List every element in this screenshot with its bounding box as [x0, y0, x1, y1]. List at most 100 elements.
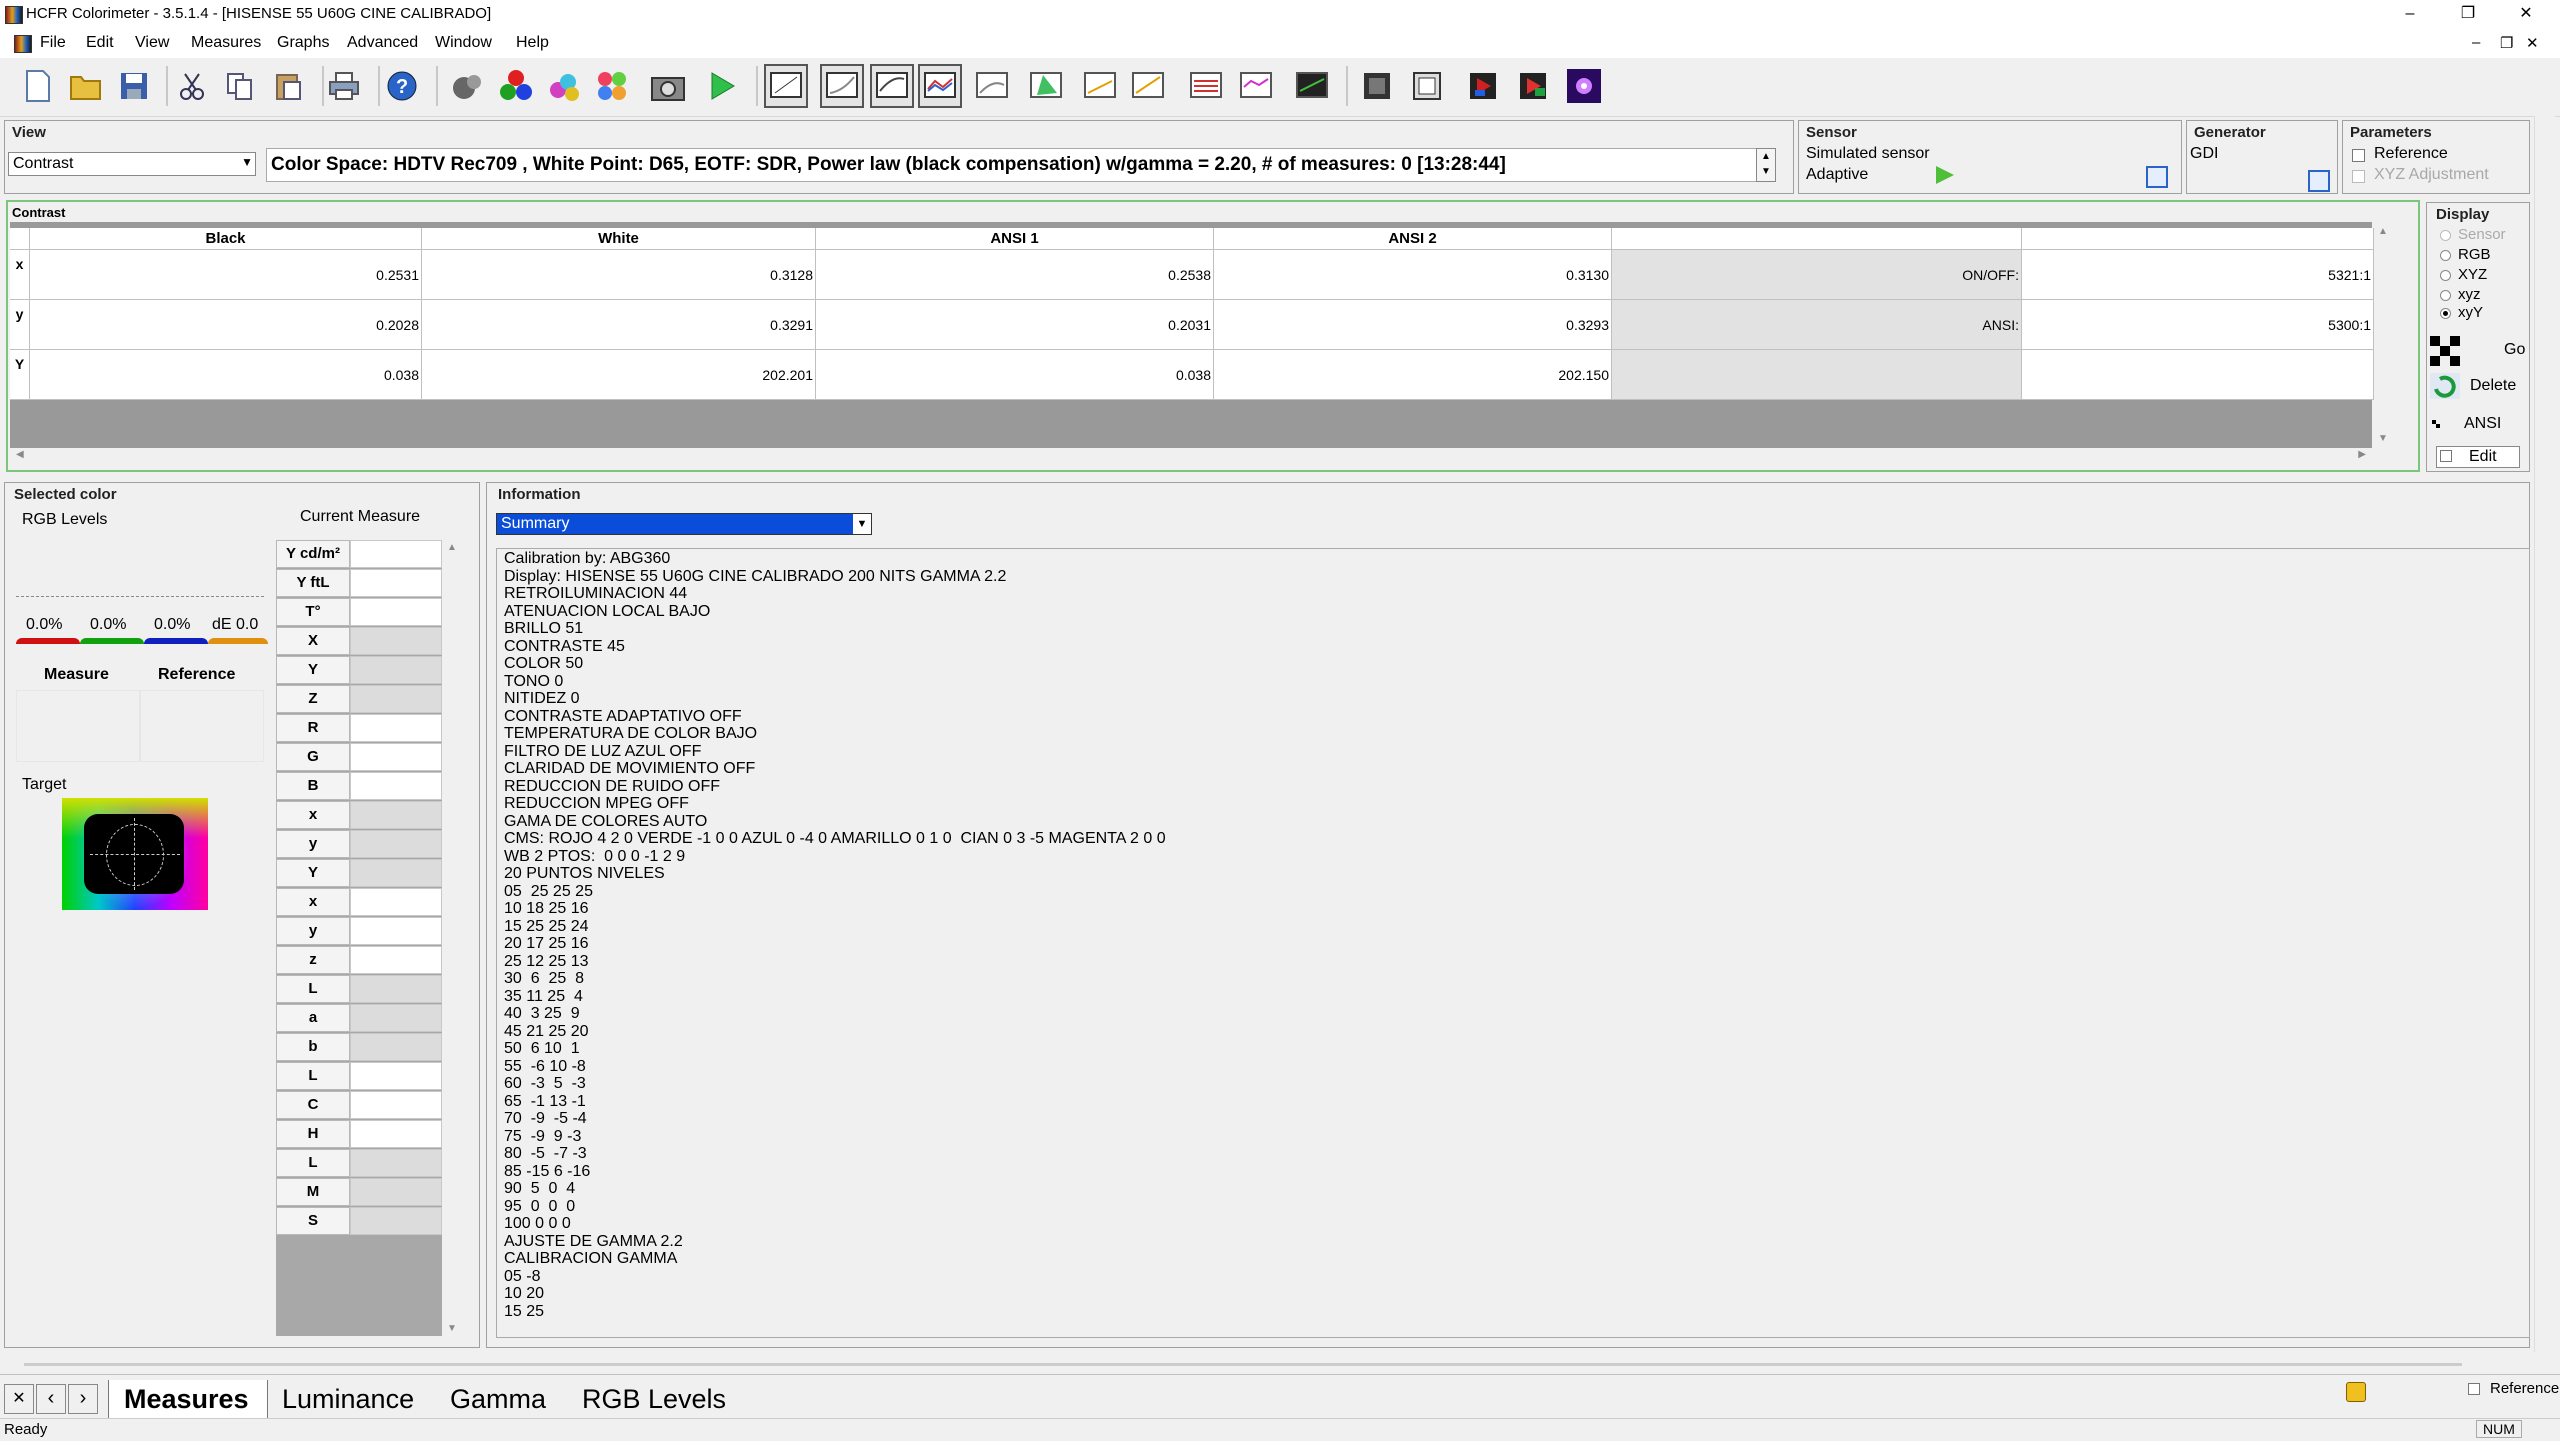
color-spheres-icon[interactable] [542, 64, 586, 108]
information-select[interactable]: Summary ▼ [496, 513, 872, 535]
radio-xyz-lower[interactable] [2440, 290, 2451, 301]
measure-list-scrollbar[interactable]: ▲ ▼ [444, 540, 460, 1336]
bottom-hscrollbar[interactable] [24, 1363, 2462, 1366]
sensor-icon[interactable] [446, 64, 490, 108]
go-button[interactable]: Go [2428, 334, 2534, 366]
tab-luminance[interactable]: Luminance [282, 1380, 414, 1418]
play-icon[interactable] [700, 64, 744, 108]
scroll-up-icon[interactable]: ▲ [447, 542, 457, 553]
color-temp-view-icon[interactable] [970, 64, 1014, 108]
saturation-luminance-icon[interactable] [1126, 64, 1170, 108]
main-vscrollbar[interactable] [2534, 116, 2555, 1352]
scroll-down-icon[interactable]: ▼ [447, 1323, 457, 1334]
cell-ansi2-Y[interactable]: 202.150 [1214, 350, 1612, 400]
rgb-histogram-icon[interactable] [1234, 64, 1278, 108]
measure-value-cell [350, 540, 442, 568]
menu-file[interactable]: File [40, 34, 66, 52]
sensor-play-icon[interactable] [1936, 166, 1954, 184]
scroll-left-icon[interactable]: ◀ [16, 449, 24, 460]
color-bars-view-icon[interactable] [1184, 64, 1228, 108]
edit-button[interactable]: Edit [2436, 446, 2520, 468]
bottom-reference-label: Reference [2490, 1380, 2560, 1397]
rgb-balls-icon[interactable] [494, 64, 538, 108]
tab-next-button[interactable]: › [68, 1384, 98, 1414]
radio-xyz-upper[interactable] [2440, 270, 2451, 281]
film-outline-icon[interactable] [1406, 64, 1450, 108]
cell-ansi2-y[interactable]: 0.3293 [1214, 300, 1612, 350]
measure-value-cell [350, 569, 442, 597]
cell-ansi1-x[interactable]: 0.2538 [816, 250, 1214, 300]
menu-help[interactable]: Help [516, 34, 549, 52]
radio-rgb[interactable] [2440, 250, 2451, 261]
cell-white-Y[interactable]: 202.201 [422, 350, 816, 400]
luminance-view-icon[interactable] [820, 64, 864, 108]
info-line: CMS: ROJO 4 2 0 VERDE -1 0 0 AZUL 0 -4 0… [504, 830, 1166, 847]
paste-icon[interactable] [266, 64, 310, 108]
table-hscrollbar[interactable]: ◀ ▶ [10, 448, 2372, 464]
new-document-icon[interactable] [16, 64, 60, 108]
multi-color-icon[interactable] [590, 64, 634, 108]
view-select[interactable]: Contrast ▼ [8, 152, 256, 176]
radio-sensor[interactable] [2440, 230, 2451, 241]
cell-black-y[interactable]: 0.2028 [30, 300, 422, 350]
cell-black-Y[interactable]: 0.038 [30, 350, 422, 400]
cut-icon[interactable] [170, 64, 214, 108]
tab-close-button[interactable]: ✕ [4, 1384, 34, 1414]
saturation-view-icon[interactable] [1078, 64, 1122, 108]
radio-xyy[interactable] [2440, 308, 2451, 319]
tab-measures[interactable]: Measures [124, 1380, 249, 1418]
starburst-icon[interactable] [1562, 64, 1606, 108]
menu-advanced[interactable]: Advanced [347, 34, 418, 52]
scroll-right-icon[interactable]: ▶ [2358, 449, 2366, 460]
tab-rgb-levels[interactable]: RGB Levels [582, 1380, 726, 1418]
save-icon[interactable] [112, 64, 156, 108]
gamma-view-icon[interactable] [870, 64, 914, 108]
contrast-view-icon[interactable] [764, 64, 808, 108]
table-vscrollbar[interactable]: ▲ ▼ [2374, 222, 2394, 448]
menu-edit[interactable]: Edit [86, 34, 114, 52]
mdi-close-button[interactable]: ✕ [2526, 34, 2539, 52]
tray-icon[interactable] [2346, 1382, 2366, 1402]
cell-ansi1-Y[interactable]: 0.038 [816, 350, 1214, 400]
edit-checkbox[interactable] [2440, 450, 2452, 462]
reference-checkbox[interactable] [2352, 149, 2365, 162]
spin-control[interactable]: ▲ ▼ [1756, 148, 1776, 182]
cell-black-x[interactable]: 0.2531 [30, 250, 422, 300]
restore-button[interactable]: ❐ [2440, 0, 2496, 28]
info-line: 55 -6 10 -8 [504, 1057, 586, 1075]
tab-prev-button[interactable]: ‹ [36, 1384, 66, 1414]
tab-gamma[interactable]: Gamma [450, 1380, 546, 1418]
ansi-button[interactable]: ANSI [2428, 408, 2534, 440]
print-icon[interactable] [322, 64, 366, 108]
3d-view-icon[interactable] [1290, 64, 1334, 108]
film-icon[interactable] [1356, 64, 1400, 108]
open-folder-icon[interactable] [64, 64, 108, 108]
cell-ansi1-y[interactable]: 0.2031 [816, 300, 1214, 350]
mdi-minimize-button[interactable]: – [2472, 34, 2480, 51]
cie-chart-icon[interactable] [1024, 64, 1068, 108]
minimize-button[interactable]: – [2382, 0, 2438, 28]
cell-ansi2-x[interactable]: 0.3130 [1214, 250, 1612, 300]
menu-view[interactable]: View [135, 34, 169, 52]
film-color-icon[interactable] [1512, 64, 1556, 108]
xyz-adjustment-checkbox[interactable] [2352, 170, 2365, 183]
menu-window[interactable]: Window [435, 34, 492, 52]
close-button[interactable]: ✕ [2498, 0, 2554, 28]
menu-graphs[interactable]: Graphs [277, 34, 329, 52]
rgb-levels-view-icon[interactable] [918, 64, 962, 108]
menu-measures[interactable]: Measures [191, 34, 261, 52]
mdi-restore-button[interactable]: ❐ [2500, 34, 2513, 52]
camera-icon[interactable] [646, 64, 690, 108]
svg-text:?: ? [396, 76, 408, 98]
film-rgb-icon[interactable] [1462, 64, 1506, 108]
sensor-config-icon[interactable] [2146, 166, 2168, 188]
help-icon[interactable]: ? [380, 64, 424, 108]
copy-icon[interactable] [218, 64, 262, 108]
cell-white-x[interactable]: 0.3128 [422, 250, 816, 300]
delete-button[interactable]: Delete [2428, 370, 2534, 402]
cell-white-y[interactable]: 0.3291 [422, 300, 816, 350]
bottom-reference-checkbox[interactable] [2468, 1383, 2480, 1395]
generator-config-icon[interactable] [2308, 170, 2330, 192]
scroll-down-icon[interactable]: ▼ [2378, 433, 2388, 444]
scroll-up-icon[interactable]: ▲ [2378, 226, 2388, 237]
